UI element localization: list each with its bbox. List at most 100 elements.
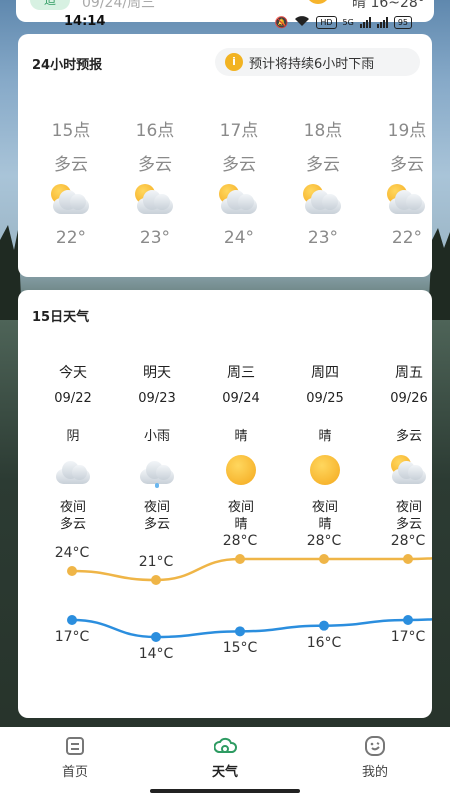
partly-cloudy-icon (49, 184, 93, 218)
daily-item[interactable]: 周四 09/25 晴夜间晴 (290, 362, 360, 533)
low-temp-line-point (235, 626, 245, 637)
daily-item[interactable]: 今天 09/22 阴夜间 多云 (38, 362, 108, 533)
daily-night-label: 夜间 (227, 500, 254, 515)
partly-cloudy-icon (301, 184, 345, 218)
daily-item[interactable]: 明天 09/23 小雨夜间 多云 (122, 362, 192, 533)
smile-icon (364, 735, 386, 757)
high-temp-label: 21°C (138, 554, 174, 570)
low-temp-line-point (403, 615, 413, 625)
hourly-condition: 多云 (306, 155, 340, 175)
hourly-temp: 23° (139, 228, 171, 248)
hourly-item[interactable]: 18点多云 23° (288, 116, 358, 248)
high-temp-label: 28°C (222, 533, 258, 549)
daily-condition: 晴 (318, 429, 332, 444)
daily-condition: 阴 (66, 429, 80, 444)
daily-date: 09/24 (222, 391, 260, 406)
tab-home-label: 首页 (61, 765, 88, 780)
daily-title: 15日天气 (32, 310, 90, 325)
high-temp-label: 28°C (306, 533, 342, 549)
hourly-time: 15点 (51, 121, 91, 141)
daily-condition: 晴 (234, 429, 248, 444)
wifi-icon (294, 15, 310, 30)
low-temp-label: 16°C (306, 634, 342, 651)
low-temp-line-point (319, 620, 329, 631)
high-temp-line-point (235, 554, 245, 564)
high-temp-line-point (403, 554, 413, 564)
daily-item[interactable]: 周五 09/26 多云夜间 多云 (374, 362, 432, 533)
status-time: 14:14 (64, 14, 106, 29)
sunny-icon (305, 455, 345, 487)
hourly-temp: 24° (223, 228, 255, 248)
daily-condition: 小雨 (143, 429, 170, 444)
daily-day-name: 周五 (395, 365, 423, 381)
hourly-time: 19点 (387, 121, 427, 141)
daily-date: 09/26 (390, 391, 428, 406)
low-temp-label: 14°C (138, 646, 174, 662)
hourly-temp: 22° (55, 228, 87, 248)
hourly-condition: 多云 (54, 155, 88, 175)
tab-weather[interactable]: 天气 (185, 735, 265, 780)
daily-night: 夜间 多云 (374, 499, 432, 533)
daily-date: 09/25 (306, 391, 344, 406)
daily-day-name: 周三 (227, 365, 255, 381)
partly-cloudy-icon (389, 455, 429, 487)
high-temp-label: 28°C (390, 533, 426, 549)
daily-night: 夜间晴 (290, 499, 360, 533)
daily-night-label: 夜间 (311, 500, 338, 515)
low-temp-label: 17°C (54, 629, 90, 645)
low-temp-label: 17°C (390, 629, 426, 645)
hourly-time: 17点 (219, 121, 259, 141)
daily-date: 09/23 (138, 391, 176, 406)
hourly-item[interactable]: 19点 多云 22° (372, 116, 432, 248)
high-temp-line-point (319, 554, 329, 564)
signal-icon (359, 17, 371, 28)
home-indicator[interactable] (150, 789, 300, 793)
low-temp-line-point (151, 632, 161, 642)
hourly-item[interactable]: 16点 多云 23° (120, 116, 190, 248)
daily-forecast-card: 15日天气 今天 09/22 阴夜间 多云 明天 09/23 小雨 夜间 多云 周三 09/24 晴夜… (18, 290, 432, 718)
daily-date: 09/22 (54, 391, 92, 406)
daily-night: 夜间 多云 (122, 499, 192, 533)
hd-icon: HD (316, 16, 337, 29)
partly-cloudy-icon (133, 184, 177, 218)
summary-date: 09/24/周三 (82, 0, 156, 11)
daily-night-label: 夜间 (59, 500, 86, 515)
summary-temp-range: 晴 16~28° (352, 0, 425, 11)
daily-night: 夜间晴 (206, 499, 276, 533)
partly-cloudy-icon (217, 184, 261, 218)
high-temp-line-point (151, 575, 161, 585)
hourly-temp: 23° (307, 228, 339, 248)
light-rain-icon (137, 455, 177, 488)
low-temp-label: 15°C (222, 640, 258, 657)
calendar-icon (64, 735, 86, 757)
hourly-title: 24小时预报 (32, 58, 103, 73)
hourly-temp: 22° (391, 228, 423, 248)
battery-icon: 95 (393, 16, 412, 29)
info-icon: i (225, 53, 243, 71)
hourly-item[interactable]: 15点多云 22° (36, 116, 106, 248)
mute-icon: 🔕 (274, 16, 289, 29)
tab-weather-label: 天气 (211, 765, 238, 780)
cloudy-icon (53, 455, 93, 487)
tab-home[interactable]: 首页 (35, 735, 115, 780)
sun-icon (306, 0, 330, 4)
weather-icon (213, 735, 238, 757)
rain-notice[interactable]: i 预计将持续6小时下雨 (215, 48, 420, 76)
high-temp-label: 24°C (54, 545, 90, 561)
status-bar: 14:14 🔕 HD 5G 95 (0, 14, 450, 32)
rain-notice-text: 预计将持续6小时下雨 (249, 56, 375, 72)
tab-mine[interactable]: 我的 (335, 735, 415, 780)
signal-icon-2 (376, 17, 388, 28)
hourly-condition: 多云 (222, 155, 256, 175)
daily-day-name: 明天 (143, 365, 171, 381)
daily-item[interactable]: 周三 09/24 晴夜间晴 (206, 362, 276, 533)
daily-day-name: 今天 (59, 365, 87, 381)
daily-night-label: 夜间 (143, 500, 170, 515)
hourly-time: 16点 (135, 121, 175, 141)
hourly-item[interactable]: 17点多云 24° (204, 116, 274, 248)
partly-cloudy-icon (385, 184, 429, 218)
hourly-time: 18点 (303, 121, 343, 141)
network-type: 5G (342, 18, 354, 27)
sunny-icon (221, 455, 261, 487)
daily-condition: 多云 (395, 429, 422, 444)
